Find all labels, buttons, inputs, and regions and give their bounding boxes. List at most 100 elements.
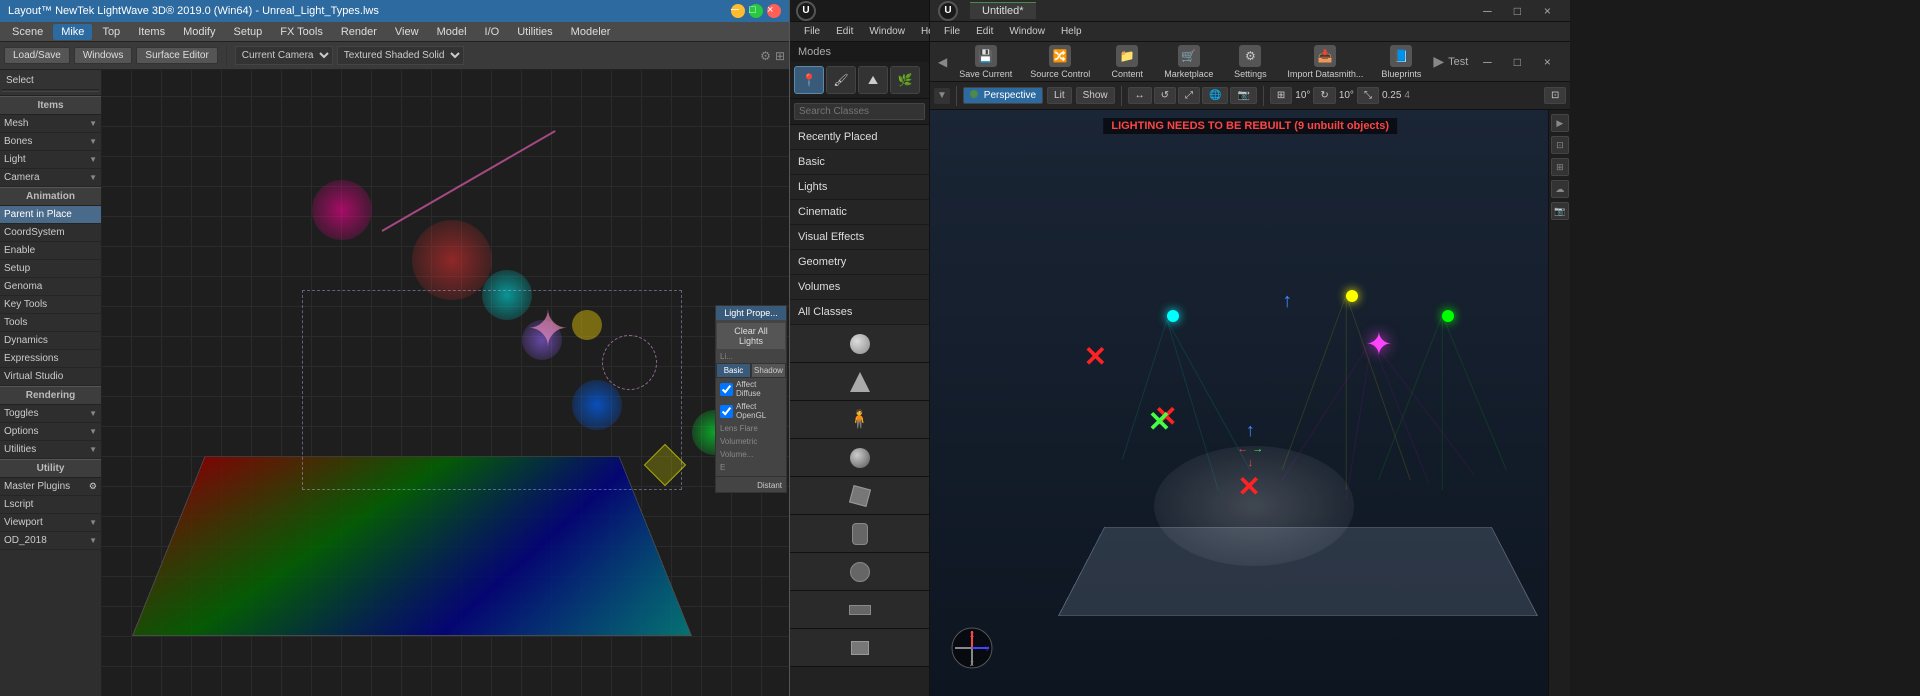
dropdown-icon[interactable]: ▼ <box>934 88 950 104</box>
blueprints-button[interactable]: 📘 Blueprints <box>1375 43 1427 81</box>
right-icon-4[interactable]: ☁ <box>1551 180 1569 198</box>
paint-mode-button[interactable]: 🖌 <box>826 66 856 94</box>
thumb-sphere2[interactable] <box>790 439 929 477</box>
sidebar-utilities[interactable]: Utilities ▼ <box>0 441 101 459</box>
close-button[interactable]: × <box>767 4 781 18</box>
camera-select[interactable]: Current Camera <box>235 46 333 65</box>
ue-edit-item[interactable]: Edit <box>970 24 999 39</box>
ue-help-item[interactable]: Help <box>1055 24 1088 39</box>
source-control-button[interactable]: 🔀 Source Control <box>1024 43 1096 81</box>
test-max-btn[interactable]: □ <box>1502 51 1532 73</box>
menu-fxtools[interactable]: FX Tools <box>272 24 331 40</box>
window-menu[interactable]: Window <box>863 24 911 39</box>
sidebar-light[interactable]: Light ▼ <box>0 151 101 169</box>
sidebar-mesh[interactable]: Mesh ▼ <box>0 115 101 133</box>
maximize-button[interactable]: □ <box>749 4 763 18</box>
camera-speed[interactable]: 📷 <box>1230 87 1256 104</box>
settings-button[interactable]: ⚙ Settings <box>1225 43 1275 81</box>
sidebar-options[interactable]: Options ▼ <box>0 423 101 441</box>
test-min-btn[interactable]: ─ <box>1472 51 1502 73</box>
content-button[interactable]: 📁 Content <box>1102 43 1152 81</box>
shadow-tab[interactable]: Shadow <box>751 363 786 378</box>
sidebar-master-plugins[interactable]: Master Plugins ⚙ <box>0 478 101 496</box>
translate-button[interactable]: ↔ <box>1128 87 1152 104</box>
move-gizmo[interactable]: ↑ ← → ↓ <box>1237 420 1263 469</box>
right-icon-1[interactable]: ▶ <box>1551 114 1569 132</box>
menu-render[interactable]: Render <box>333 24 385 40</box>
menu-items[interactable]: Items <box>130 24 173 40</box>
expand-arrow[interactable]: ◀ <box>938 55 947 69</box>
pink-light-star[interactable]: ✦ <box>1365 325 1392 363</box>
menu-io[interactable]: I/O <box>477 24 508 40</box>
edit-menu[interactable]: Edit <box>830 24 859 39</box>
loadsave-button[interactable]: Load/Save <box>4 47 70 64</box>
import-datasmith-button[interactable]: 📥 Import Datasmith... <box>1281 43 1369 81</box>
menu-setup[interactable]: Setup <box>226 24 271 40</box>
menu-scene[interactable]: Scene <box>4 24 51 40</box>
thumb-box[interactable] <box>790 629 929 667</box>
right-icon-5[interactable]: 📷 <box>1551 202 1569 220</box>
thumb-cylinder[interactable] <box>790 515 929 553</box>
sidebar-expressions[interactable]: Expressions <box>0 350 101 368</box>
ue-viewport[interactable]: LIGHTING NEEDS TO BE REBUILT (9 unbuilt … <box>930 110 1570 696</box>
menu-modify[interactable]: Modify <box>175 24 223 40</box>
menu-modeler[interactable]: Modeler <box>563 24 619 40</box>
perspective-button[interactable]: Perspective <box>963 87 1043 104</box>
rotate-button[interactable]: ↺ <box>1154 87 1176 104</box>
menu-top[interactable]: Top <box>94 24 128 40</box>
ue-maximize-button[interactable]: □ <box>1502 0 1532 22</box>
surface-editor-button[interactable]: Surface Editor <box>136 47 217 64</box>
ue-minimize-button[interactable]: ─ <box>1472 0 1502 22</box>
place-mode-button[interactable]: 📍 <box>794 66 824 94</box>
landscape-mode-button[interactable]: ⛰ <box>858 66 888 94</box>
file-menu[interactable]: File <box>798 24 826 39</box>
scale-grid[interactable]: ⤡ <box>1357 87 1379 104</box>
lights-category[interactable]: Lights <box>790 175 929 200</box>
show-button[interactable]: Show <box>1076 87 1115 104</box>
visual-effects-category[interactable]: Visual Effects <box>790 225 929 250</box>
affect-opengl-checkbox[interactable] <box>720 405 733 418</box>
geometry-category[interactable]: Geometry <box>790 250 929 275</box>
world-button[interactable]: 🌐 <box>1202 87 1228 104</box>
ue-expand-icon[interactable]: ▶ <box>1433 53 1444 70</box>
sidebar-od2018[interactable]: OD_2018 ▼ <box>0 532 101 550</box>
ue-tab[interactable]: Untitled* <box>970 2 1036 19</box>
sidebar-genoma[interactable]: Genoma <box>0 278 101 296</box>
all-classes-category[interactable]: All Classes <box>790 300 929 325</box>
select-item[interactable]: Select <box>2 72 99 90</box>
ue-close-button[interactable]: × <box>1532 0 1562 22</box>
right-icon-2[interactable]: ⊡ <box>1551 136 1569 154</box>
scale-button[interactable]: ⤢ <box>1178 87 1200 104</box>
lightwave-viewport[interactable]: ✦ Light Prope... Clear All Lights Li... <box>102 70 789 696</box>
clear-all-lights-button[interactable]: Clear All Lights <box>716 322 786 350</box>
thumb-sphere3[interactable] <box>790 553 929 591</box>
sidebar-viewport[interactable]: Viewport ▼ <box>0 514 101 532</box>
menu-view[interactable]: View <box>387 24 427 40</box>
sidebar-key-tools[interactable]: Key Tools <box>0 296 101 314</box>
render-mode-select[interactable]: Textured Shaded Solid <box>337 46 464 65</box>
marketplace-button[interactable]: 🛒 Marketplace <box>1158 43 1219 81</box>
thumb-cone[interactable] <box>790 363 929 401</box>
search-input[interactable] <box>794 103 925 120</box>
settings-icon[interactable]: ⚙ <box>760 49 771 63</box>
sidebar-setup[interactable]: Setup <box>0 260 101 278</box>
thumb-plane[interactable] <box>790 591 929 629</box>
menu-utilities[interactable]: Utilities <box>509 24 560 40</box>
affect-diffuse-checkbox[interactable] <box>720 383 733 396</box>
sidebar-coordsystem[interactable]: CoordSystem <box>0 224 101 242</box>
sidebar-tools[interactable]: Tools <box>0 314 101 332</box>
maximize-viewport-icon[interactable]: ⊞ <box>775 49 785 63</box>
sidebar-parent-in-place[interactable]: Parent in Place <box>0 206 101 224</box>
green-x[interactable]: ✕ <box>1148 405 1171 438</box>
save-current-button[interactable]: 💾 Save Current <box>953 43 1018 81</box>
sidebar-dynamics[interactable]: Dynamics <box>0 332 101 350</box>
minimize-button[interactable]: ─ <box>731 4 745 18</box>
windows-button[interactable]: Windows <box>74 47 133 64</box>
sidebar-lscript[interactable]: Lscript <box>0 496 101 514</box>
sidebar-enable[interactable]: Enable <box>0 242 101 260</box>
ue-file-item[interactable]: File <box>938 24 966 39</box>
thumb-person[interactable]: 🧍 <box>790 401 929 439</box>
lit-button[interactable]: Lit <box>1047 87 1072 104</box>
fullscreen-button[interactable]: ⊡ <box>1544 87 1566 104</box>
sidebar-camera[interactable]: Camera ▼ <box>0 169 101 187</box>
